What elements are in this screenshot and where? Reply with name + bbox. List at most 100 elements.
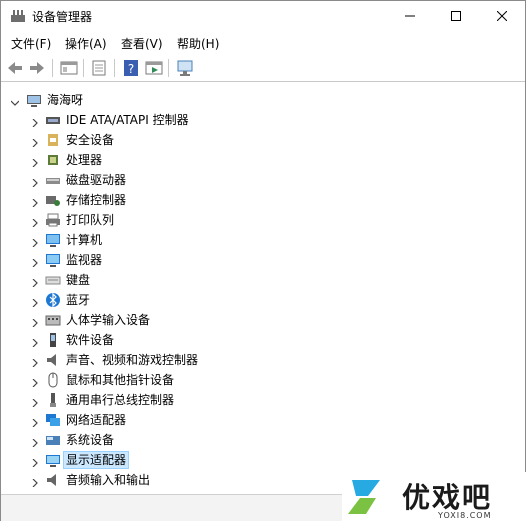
chevron-right-icon[interactable] — [31, 376, 39, 388]
chevron-right-icon[interactable] — [31, 156, 39, 168]
close-icon — [497, 11, 507, 21]
tree-category-row[interactable]: 键盘 — [1, 270, 525, 290]
tree-category-label: 磁盘驱动器 — [66, 173, 127, 187]
show-hide-console-tree-icon[interactable] — [59, 58, 79, 78]
ide-controller-icon — [45, 112, 61, 128]
chevron-right-icon[interactable] — [31, 296, 39, 308]
scan-hardware-icon[interactable] — [175, 58, 195, 78]
tree-root-label: 海海呀 — [47, 93, 84, 107]
chevron-right-icon[interactable] — [31, 136, 39, 148]
audio-io-icon — [45, 472, 61, 488]
tree-category-label: 系统设备 — [66, 433, 115, 447]
minimize-button[interactable] — [387, 1, 433, 31]
menu-bar: 文件(F) 操作(A) 查看(V) 帮助(H) — [1, 33, 525, 53]
software-device-icon — [45, 332, 61, 348]
action-pane-icon[interactable] — [144, 58, 164, 78]
audio-icon — [45, 352, 61, 368]
chevron-right-icon[interactable] — [31, 396, 39, 408]
tree-category-label: 安全设备 — [66, 133, 115, 147]
chevron-right-icon[interactable] — [31, 216, 39, 228]
tree-category-label: 声音、视频和游戏控制器 — [66, 353, 199, 367]
window-title: 设备管理器 — [32, 10, 93, 24]
chevron-right-icon[interactable] — [31, 176, 39, 188]
tree-category-label: 存储控制器 — [66, 193, 127, 207]
menu-view[interactable]: 查看(V) — [121, 35, 163, 52]
tree-category-row[interactable]: 监视器 — [1, 250, 525, 270]
bluetooth-icon — [45, 292, 61, 308]
usb-icon — [45, 392, 61, 408]
tree-category-label: 打印队列 — [66, 213, 115, 227]
monitor-icon — [45, 252, 61, 268]
tree-category-row[interactable]: 安全设备 — [1, 130, 525, 150]
tree-category-row[interactable]: 鼠标和其他指针设备 — [1, 370, 525, 390]
mouse-icon — [45, 372, 61, 388]
chevron-right-icon[interactable] — [31, 476, 39, 488]
tree-category-label: 键盘 — [66, 273, 91, 287]
chevron-right-icon[interactable] — [31, 196, 39, 208]
tree-category-row[interactable]: 蓝牙 — [1, 290, 525, 310]
toolbar-separator — [114, 59, 115, 77]
tree-category-label: 人体学输入设备 — [66, 313, 151, 327]
tree-category-row[interactable]: 存储控制器 — [1, 190, 525, 210]
toolbar: ? — [1, 55, 525, 82]
tree-category-row[interactable]: 处理器 — [1, 150, 525, 170]
title-bar: 设备管理器 — [1, 1, 525, 31]
forward-arrow-icon[interactable] — [27, 58, 47, 78]
tree-category-row[interactable]: 显示适配器 — [1, 450, 525, 470]
maximize-icon — [451, 11, 461, 21]
display-adapter-icon — [45, 452, 61, 468]
tree-category-row[interactable]: 软件设备 — [1, 330, 525, 350]
menu-action[interactable]: 操作(A) — [65, 35, 107, 52]
tree-category-row[interactable]: 网络适配器 — [1, 410, 525, 430]
back-arrow-icon[interactable] — [5, 58, 25, 78]
watermark: 优戏吧 YOXI8.COM — [342, 472, 526, 521]
chevron-right-icon[interactable] — [31, 356, 39, 368]
chevron-down-icon[interactable] — [10, 96, 20, 106]
tree-category-label: 音频输入和输出 — [66, 473, 151, 487]
svg-text:?: ? — [128, 62, 134, 76]
tree-root[interactable]: 海海呀 — [1, 90, 525, 110]
processor-icon — [45, 152, 61, 168]
tree-category-label: 计算机 — [66, 233, 103, 247]
tree-category-label: 监视器 — [66, 253, 103, 267]
menu-help[interactable]: 帮助(H) — [177, 35, 219, 52]
tree-category-row[interactable]: 磁盘驱动器 — [1, 170, 525, 190]
toolbar-separator — [52, 59, 53, 77]
chevron-right-icon[interactable] — [31, 316, 39, 328]
tree-category-row[interactable]: 系统设备 — [1, 430, 525, 450]
tree-category-row[interactable]: 打印队列 — [1, 210, 525, 230]
help-icon[interactable]: ? — [121, 58, 141, 78]
chevron-right-icon[interactable] — [31, 276, 39, 288]
chevron-right-icon[interactable] — [31, 436, 39, 448]
device-tree: 海海呀 IDE ATA/ATAPI 控制器安全设备处理器磁盘驱动器存储控制器打印… — [1, 83, 525, 493]
tree-category-row[interactable]: 计算机 — [1, 230, 525, 250]
chevron-right-icon[interactable] — [31, 456, 39, 468]
chevron-right-icon[interactable] — [31, 256, 39, 268]
tree-category-row[interactable]: 人体学输入设备 — [1, 310, 525, 330]
device-manager-window: 设备管理器 文件(F) 操作(A) 查看(V) 帮助(H) ? 海海呀 IDE … — [0, 0, 526, 521]
toolbar-separator — [168, 59, 169, 77]
storage-controller-icon — [45, 192, 61, 208]
chevron-right-icon[interactable] — [31, 236, 39, 248]
hid-icon — [45, 312, 61, 328]
tree-category-row[interactable]: IDE ATA/ATAPI 控制器 — [1, 110, 525, 130]
tree-category-label: 通用串行总线控制器 — [66, 393, 175, 407]
tree-category-row[interactable]: 声音、视频和游戏控制器 — [1, 350, 525, 370]
watermark-url: YOXI8.COM — [438, 511, 492, 520]
network-adapter-icon — [45, 412, 61, 428]
toolbar-separator — [83, 59, 84, 77]
disk-drive-icon — [45, 172, 61, 188]
maximize-button[interactable] — [433, 1, 479, 31]
computer-root-icon — [26, 92, 42, 108]
keyboard-icon — [45, 272, 61, 288]
chevron-right-icon[interactable] — [31, 116, 39, 128]
watermark-brand: 优戏吧 — [402, 481, 493, 514]
properties-icon[interactable] — [89, 58, 109, 78]
chevron-right-icon[interactable] — [31, 416, 39, 428]
close-button[interactable] — [479, 1, 525, 31]
menu-file[interactable]: 文件(F) — [11, 35, 51, 52]
tree-category-row[interactable]: 通用串行总线控制器 — [1, 390, 525, 410]
tree-category-label: 软件设备 — [66, 333, 115, 347]
chevron-right-icon[interactable] — [31, 336, 39, 348]
computer-icon — [45, 232, 61, 248]
